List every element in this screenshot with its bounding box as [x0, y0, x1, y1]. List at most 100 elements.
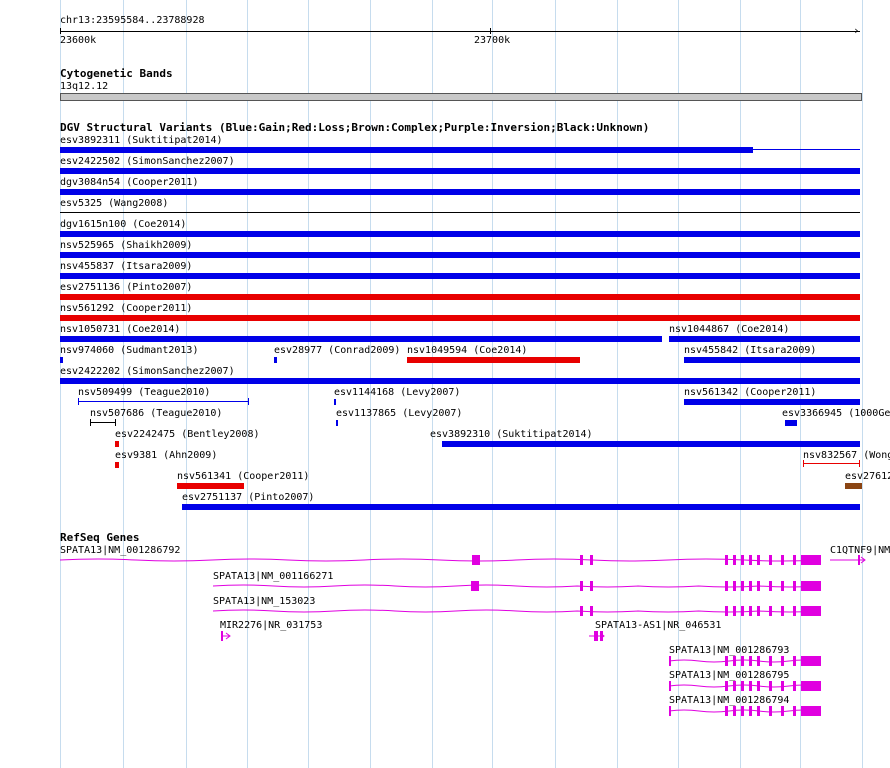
ruler-tick-label: 23700k: [474, 35, 511, 46]
gene-model[interactable]: [669, 704, 822, 718]
dgv-feature-bar[interactable]: [60, 315, 860, 321]
dgv-feature-label[interactable]: dgv3084n54 (Cooper2011): [60, 177, 198, 188]
dgv-feature-label[interactable]: esv3892311 (Suktitipat2014): [60, 135, 223, 146]
gene-intron: [213, 584, 821, 588]
gene-exon: [793, 606, 796, 616]
grid-line: [308, 0, 309, 768]
dgv-feature-bar[interactable]: [336, 420, 338, 426]
gene-exon: [733, 555, 736, 565]
dgv-feature-bar[interactable]: [60, 273, 860, 279]
dgv-feature-bar[interactable]: [60, 212, 860, 213]
dgv-feature-bar[interactable]: [785, 420, 797, 426]
genome-browser-view[interactable]: chr13:23595584..23788928 › 23600k 23700k…: [0, 0, 890, 768]
dgv-feature-label[interactable]: dgv1615n100 (Coe2014): [60, 219, 186, 230]
dgv-feature-bar[interactable]: [90, 419, 116, 426]
dgv-feature-bar[interactable]: [334, 399, 336, 405]
grid-line: [370, 0, 371, 768]
gene-model[interactable]: [221, 629, 232, 643]
dgv-feature-label[interactable]: esv2242475 (Bentley2008): [115, 429, 260, 440]
dgv-feature-label[interactable]: esv2751137 (Pinto2007): [182, 492, 314, 503]
gene-exon: [801, 606, 821, 616]
gene-exon: [781, 555, 784, 565]
dgv-feature-label[interactable]: nsv974060 (Sudmant2013): [60, 345, 198, 356]
refseq-track-title: RefSeq Genes: [60, 531, 140, 544]
dgv-feature-label[interactable]: nsv507686 (Teague2010): [90, 408, 222, 419]
gene-exon: [725, 606, 728, 616]
dgv-feature-label[interactable]: esv3892310 (Suktitipat2014): [430, 429, 593, 440]
gene-model[interactable]: [589, 629, 606, 643]
dgv-feature-bar[interactable]: [60, 294, 860, 300]
dgv-feature-label[interactable]: nsv561341 (Cooper2011): [177, 471, 309, 482]
dgv-feature-bar[interactable]: [407, 357, 580, 363]
dgv-feature-bar[interactable]: [177, 483, 244, 489]
dgv-feature-label[interactable]: nsv525965 (Shaikh2009): [60, 240, 192, 251]
dgv-feature-bar[interactable]: [60, 378, 860, 384]
dgv-feature-bar[interactable]: [115, 462, 119, 468]
dgv-feature-label[interactable]: esv27612: [845, 471, 890, 482]
dgv-feature-bar[interactable]: [60, 336, 662, 342]
dgv-feature-bar[interactable]: [845, 483, 862, 489]
dgv-feature-label[interactable]: nsv509499 (Teague2010): [78, 387, 210, 398]
gene-model[interactable]: [213, 604, 822, 618]
gene-exon: [472, 555, 480, 565]
gene-exon: [801, 555, 821, 565]
gene-exon: [594, 631, 598, 641]
dgv-feature-endcap: [248, 398, 249, 405]
dgv-feature-label[interactable]: esv2422502 (SimonSanchez2007): [60, 156, 235, 167]
dgv-feature-label[interactable]: nsv1050731 (Coe2014): [60, 324, 180, 335]
dgv-feature-bar[interactable]: [684, 357, 860, 363]
dgv-feature-bar[interactable]: [684, 399, 860, 405]
cytoband-bar[interactable]: [60, 93, 862, 101]
dgv-feature-bar[interactable]: [274, 357, 277, 363]
dgv-feature-endcap: [803, 460, 804, 467]
dgv-feature-bar[interactable]: [803, 460, 860, 467]
dgv-feature-label[interactable]: nsv561292 (Cooper2011): [60, 303, 192, 314]
dgv-feature-bar[interactable]: [669, 336, 860, 342]
gene-model[interactable]: [830, 553, 867, 567]
dgv-feature-label[interactable]: esv5325 (Wang2008): [60, 198, 168, 209]
dgv-feature-bar[interactable]: [60, 189, 860, 195]
gene-label[interactable]: SPATA13-AS1|NR_046531: [595, 620, 721, 631]
dgv-feature-label[interactable]: nsv455837 (Itsara2009): [60, 261, 192, 272]
dgv-feature-endcap: [78, 398, 79, 405]
dgv-feature-bar[interactable]: [182, 504, 860, 510]
cytoband-label: 13q12.12: [60, 81, 109, 92]
dgv-feature-bar[interactable]: [115, 441, 119, 447]
dgv-feature-bar[interactable]: [60, 168, 860, 174]
gene-model[interactable]: [60, 553, 822, 567]
dgv-feature-bar[interactable]: [60, 252, 860, 258]
gene-model[interactable]: [669, 654, 822, 668]
gene-exon: [590, 555, 593, 565]
dgv-feature-label[interactable]: nsv561342 (Cooper2011): [684, 387, 816, 398]
dgv-feature-label[interactable]: esv9381 (Ahn2009): [115, 450, 217, 461]
dgv-feature-label[interactable]: esv1144168 (Levy2007): [334, 387, 460, 398]
dgv-feature-bar[interactable]: [60, 231, 860, 237]
gene-exon: [858, 555, 860, 565]
dgv-feature-bar[interactable]: [60, 147, 753, 153]
dgv-feature-label[interactable]: nsv1044867 (Coe2014): [669, 324, 789, 335]
dgv-feature-label[interactable]: nsv832567 (Wong: [803, 450, 890, 461]
gene-exon: [733, 606, 736, 616]
gene-exon: [669, 681, 671, 691]
dgv-feature-label[interactable]: esv2751136 (Pinto2007): [60, 282, 192, 293]
dgv-feature-bar[interactable]: [753, 149, 860, 150]
gene-exon: [580, 581, 583, 591]
gene-model[interactable]: [669, 679, 822, 693]
gene-exon: [781, 706, 784, 716]
dgv-feature-label[interactable]: esv28977 (Conrad2009): [274, 345, 400, 356]
dgv-feature-label[interactable]: nsv1049594 (Coe2014): [407, 345, 527, 356]
ruler-tick: [490, 28, 491, 34]
dgv-feature-bar[interactable]: [60, 357, 63, 363]
gene-exon: [757, 656, 760, 666]
gene-label[interactable]: MIR2276|NR_031753: [220, 620, 322, 631]
gene-exon: [749, 706, 752, 716]
gene-exon: [733, 581, 736, 591]
dgv-feature-label[interactable]: esv2422202 (SimonSanchez2007): [60, 366, 235, 377]
dgv-feature-label[interactable]: nsv455842 (Itsara2009): [684, 345, 816, 356]
gene-intron: [669, 659, 821, 663]
gene-model[interactable]: [213, 579, 822, 593]
dgv-feature-bar[interactable]: [442, 441, 860, 447]
dgv-feature-label[interactable]: esv1137865 (Levy2007): [336, 408, 462, 419]
dgv-feature-label[interactable]: esv3366945 (1000Ge: [782, 408, 890, 419]
dgv-feature-bar[interactable]: [78, 398, 249, 405]
